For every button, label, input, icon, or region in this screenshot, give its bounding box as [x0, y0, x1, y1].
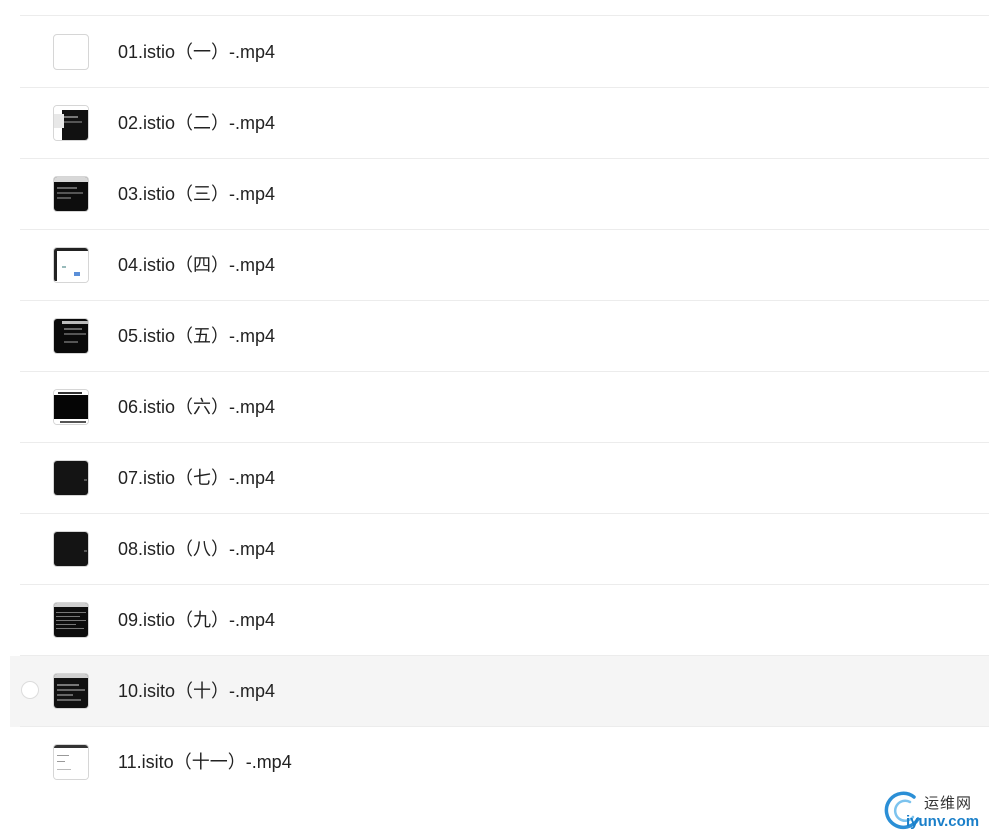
video-thumbnail-icon [53, 602, 89, 638]
list-top-divider [20, 15, 989, 16]
video-thumbnail-icon [53, 176, 89, 212]
file-name[interactable]: 11.isito（十一）-.mp4 [118, 727, 292, 798]
file-row[interactable]: 11.isito（十一）-.mp4 [10, 727, 989, 798]
file-name[interactable]: 03.istio（三）-.mp4 [118, 159, 275, 230]
watermark-text-en: iyunv.com [906, 813, 980, 830]
select-checkbox[interactable] [21, 681, 39, 699]
video-thumbnail-icon [53, 247, 89, 283]
video-thumbnail-icon [53, 460, 89, 496]
file-row[interactable]: 01.istio（一）-.mp4 [10, 17, 989, 88]
video-thumbnail-icon [53, 531, 89, 567]
file-name[interactable]: 07.istio（七）-.mp4 [118, 443, 275, 514]
watermark-text-cn: 运维网 [924, 794, 973, 812]
file-name[interactable]: 05.istio（五）-.mp4 [118, 301, 275, 372]
video-thumbnail-icon [53, 744, 89, 780]
video-thumbnail-icon [53, 318, 89, 354]
file-name[interactable]: 09.istio（九）-.mp4 [118, 585, 275, 656]
file-name[interactable]: 01.istio（一）-.mp4 [118, 17, 275, 88]
file-name[interactable]: 04.istio（四）-.mp4 [118, 230, 275, 301]
file-row[interactable]: 05.istio（五）-.mp4 [10, 301, 989, 372]
video-thumbnail-icon [53, 34, 89, 70]
file-row[interactable]: 06.istio（六）-.mp4 [10, 372, 989, 443]
file-name[interactable]: 02.istio（二）-.mp4 [118, 88, 275, 159]
file-name[interactable]: 06.istio（六）-.mp4 [118, 372, 275, 443]
file-row[interactable]: 08.istio（八）-.mp4 [10, 514, 989, 585]
video-thumbnail-icon [53, 673, 89, 709]
file-row[interactable]: 03.istio（三）-.mp4 [10, 159, 989, 230]
video-thumbnail-icon [53, 389, 89, 425]
file-row[interactable]: 02.istio（二）-.mp4 [10, 88, 989, 159]
file-row[interactable]: 09.istio（九）-.mp4 [10, 585, 989, 656]
file-name[interactable]: 08.istio（八）-.mp4 [118, 514, 275, 585]
file-row[interactable]: 04.istio（四）-.mp4 [10, 230, 989, 301]
watermark-logo: 运维网 iyunv.com [884, 789, 984, 833]
video-thumbnail-icon [53, 105, 89, 141]
file-row[interactable]: 07.istio（七）-.mp4 [10, 443, 989, 514]
file-name[interactable]: 10.isito（十）-.mp4 [118, 656, 275, 727]
file-row[interactable]: 10.isito（十）-.mp4 [10, 656, 989, 727]
